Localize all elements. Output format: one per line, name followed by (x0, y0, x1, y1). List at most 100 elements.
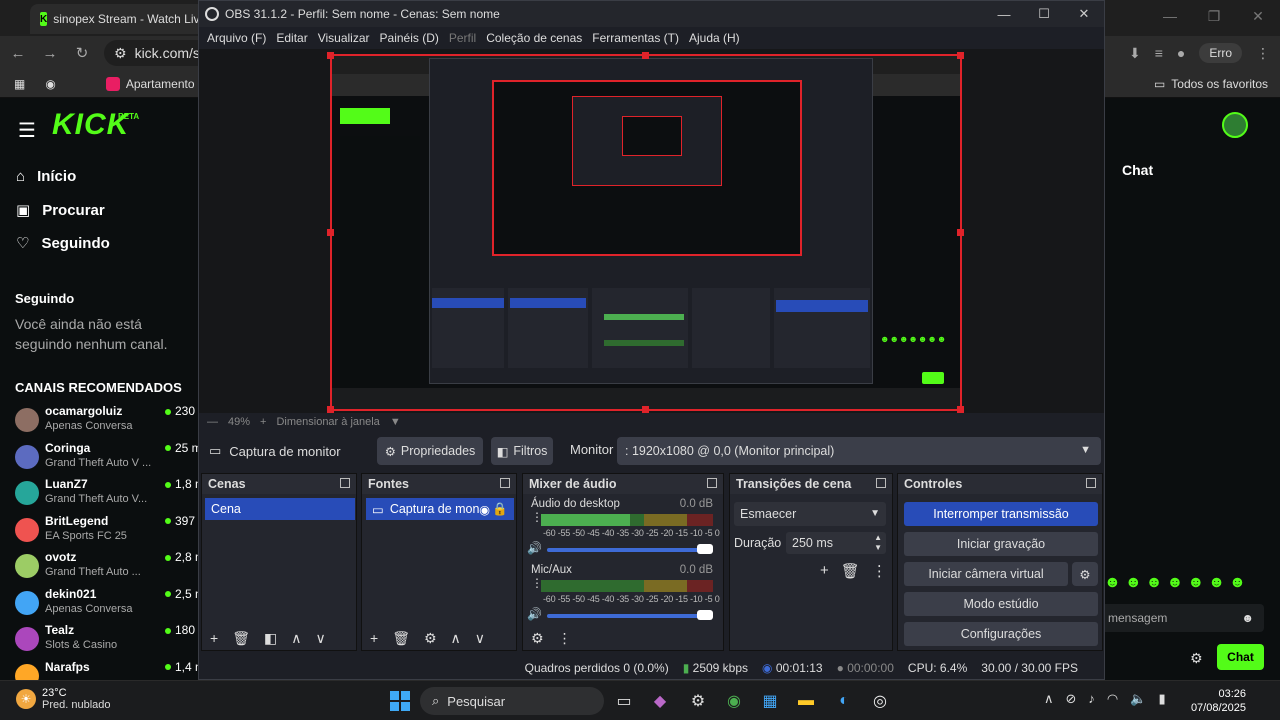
taskbar-search[interactable]: ⌕ Pesquisar (420, 687, 604, 715)
resize-handle[interactable] (327, 406, 334, 413)
clock[interactable]: 03:26 07/08/2025 (1190, 687, 1246, 715)
undock-icon[interactable] (876, 478, 886, 488)
microphone-icon[interactable]: ♪ (1088, 691, 1095, 707)
filter-icon[interactable]: ◧ (264, 630, 277, 647)
volume-slider[interactable]: 🔊 (527, 607, 713, 622)
chrome-taskbar-icon[interactable]: ◉ (722, 689, 746, 713)
profile-error-button[interactable]: Erro (1199, 43, 1242, 63)
resize-handle[interactable] (327, 52, 334, 59)
site-info-icon[interactable]: ⚙ (114, 45, 127, 62)
hamburger-menu-icon[interactable]: ☰ (18, 118, 36, 143)
windows-start-icon[interactable] (390, 691, 410, 711)
menu-ferramentas[interactable]: Ferramentas (T) (592, 31, 679, 45)
close-icon[interactable]: ✕ (1236, 0, 1280, 32)
menu-dots-icon[interactable]: ⋮ (872, 562, 887, 580)
studio-mode-button[interactable]: Modo estúdio (904, 592, 1098, 616)
gear-icon[interactable]: ⚙ (424, 630, 437, 647)
undock-icon[interactable] (1086, 478, 1096, 488)
menu-ajuda[interactable]: Ajuda (H) (689, 31, 740, 45)
undock-icon[interactable] (707, 478, 717, 488)
source-item[interactable]: ▭ Captura de mon ◉ 🔒 (366, 498, 514, 520)
obs-close-icon[interactable]: ✕ (1064, 1, 1104, 27)
zoom-dropdown-icon[interactable]: ▼ (390, 416, 401, 428)
trash-icon[interactable]: 🗑 (841, 562, 860, 580)
reading-list-icon[interactable]: ≡ (1155, 45, 1163, 61)
volume-slider[interactable]: 🔊 (527, 541, 713, 556)
undock-icon[interactable] (340, 478, 350, 488)
move-up-icon[interactable]: ∧ (291, 630, 301, 647)
settings-button[interactable]: Configurações (904, 622, 1098, 646)
chat-send-button[interactable]: Chat (1217, 644, 1264, 670)
file-explorer-icon[interactable]: ▬ (794, 689, 818, 713)
menu-visualizar[interactable]: Visualizar (318, 31, 370, 45)
menu-editar[interactable]: Editar (276, 31, 307, 45)
trash-icon[interactable]: 🗑 (392, 630, 410, 647)
channel-item[interactable]: BritLegend EA Sports FC 25 397 (15, 514, 200, 548)
lock-icon[interactable]: 🔒 (492, 502, 508, 517)
network-off-icon[interactable]: ⊘ (1066, 691, 1077, 707)
back-icon[interactable]: ← (4, 39, 32, 67)
volume-knob[interactable] (697, 544, 713, 554)
wifi-icon[interactable]: ◠ (1107, 691, 1118, 707)
resize-handle[interactable] (642, 52, 649, 59)
add-icon[interactable]: + (370, 630, 378, 646)
menu-colecao[interactable]: Coleção de cenas (486, 31, 582, 45)
nav-seguindo[interactable]: ♡ Seguindo (16, 234, 110, 253)
preview-canvas[interactable]: ☻☻☻☻☻☻☻ (332, 56, 960, 409)
filters-button[interactable]: ◧ Filtros (491, 437, 553, 465)
edge-icon[interactable]: ◐ (832, 689, 856, 713)
chat-input[interactable]: mensagem ☻ (1104, 604, 1264, 632)
speaker-icon[interactable]: 🔊 (527, 607, 542, 621)
move-down-icon[interactable]: ∨ (315, 630, 325, 647)
obs-maximize-icon[interactable]: ☐ (1024, 1, 1064, 27)
maximize-icon[interactable]: ❐ (1192, 0, 1236, 32)
virtual-camera-settings-icon[interactable]: ⚙ (1072, 562, 1098, 586)
properties-button[interactable]: ⚙ Propriedades (377, 437, 483, 465)
monitor-select[interactable]: : 1920x1080 @ 0,0 (Monitor principal) ▼ (617, 437, 1101, 465)
task-view-icon[interactable]: ▭ (612, 689, 636, 713)
battery-icon[interactable]: ▮ (1158, 691, 1165, 707)
resize-handle[interactable] (957, 229, 964, 236)
chat-settings-icon[interactable]: ⚙ (1190, 650, 1203, 667)
fit-to-window[interactable]: Dimensionar à janela (276, 416, 379, 428)
add-icon[interactable]: + (820, 562, 829, 580)
forward-icon[interactable]: → (36, 39, 64, 67)
resize-handle[interactable] (642, 406, 649, 413)
trash-icon[interactable]: 🗑 (232, 630, 250, 647)
eye-icon[interactable]: ◉ (479, 502, 490, 517)
channel-item[interactable]: LuanZ7 Grand Theft Auto V... 1,8 mil (15, 477, 210, 511)
obs-minimize-icon[interactable]: — (984, 1, 1024, 27)
weather-widget[interactable]: ☀ 23°C Pred. nublado (16, 687, 111, 711)
speaker-icon[interactable]: 🔊 (527, 541, 542, 555)
spinner-icon[interactable]: ▲ ▼ (874, 533, 882, 553)
menu-dots-icon[interactable]: ⋮ (558, 630, 572, 647)
nav-inicio[interactable]: ⌂ Início (16, 168, 76, 185)
move-up-icon[interactable]: ∧ (451, 630, 461, 647)
undock-icon[interactable] (500, 478, 510, 488)
chrome-icon[interactable]: ◉ (45, 77, 55, 91)
minimize-icon[interactable]: — (1148, 0, 1192, 32)
menu-arquivo[interactable]: Arquivo (F) (207, 31, 266, 45)
duration-input[interactable]: 250 ms ▲ ▼ (786, 532, 886, 554)
user-avatar[interactable] (1222, 112, 1248, 138)
channel-item[interactable]: dekin021 Apenas Conversa 2,5 mil (15, 587, 210, 621)
emote-row[interactable]: ☻☻☻☻☻☻☻ (1104, 574, 1250, 592)
transition-select[interactable]: Esmaecer ▼ (734, 502, 886, 526)
stop-streaming-button[interactable]: Interromper transmissão (904, 502, 1098, 526)
start-recording-button[interactable]: Iniciar gravação (904, 532, 1098, 556)
add-icon[interactable]: + (210, 630, 218, 646)
resize-handle[interactable] (957, 406, 964, 413)
channel-item[interactable]: Coringa Grand Theft Auto V ... 25 mil (15, 441, 207, 475)
resize-handle[interactable] (957, 52, 964, 59)
resize-handle[interactable] (327, 229, 334, 236)
all-bookmarks[interactable]: ▭ Todos os favoritos (1154, 77, 1268, 91)
tray-expand-icon[interactable]: ∧ (1044, 691, 1054, 707)
move-down-icon[interactable]: ∨ (475, 630, 485, 647)
reload-icon[interactable]: ↻ (68, 39, 96, 67)
scene-item[interactable]: Cena (205, 498, 355, 520)
emoji-icon[interactable]: ☻ (1241, 611, 1254, 625)
zoom-in-icon[interactable]: + (260, 416, 266, 428)
channel-item[interactable]: ovotz Grand Theft Auto ... 2,8 mil (15, 550, 210, 584)
start-virtual-camera-button[interactable]: Iniciar câmera virtual (904, 562, 1068, 586)
apps-grid-icon[interactable]: ▦ (14, 77, 25, 91)
